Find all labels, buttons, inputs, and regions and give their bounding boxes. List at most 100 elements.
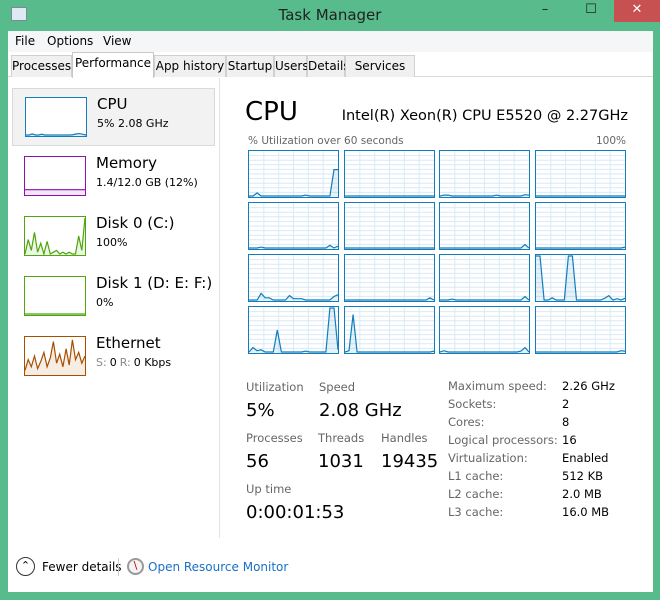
- core-graph-4: [248, 202, 339, 250]
- core-chart: [535, 255, 625, 301]
- usage-thumbnail: [24, 336, 86, 376]
- sub-r-label: R:: [119, 356, 131, 369]
- sidebar-item-title: Memory: [96, 154, 158, 172]
- tab-app-history[interactable]: App history: [154, 55, 226, 77]
- info-label: L2 cache:: [448, 487, 504, 501]
- info-label: Virtualization:: [448, 451, 528, 465]
- sidebar-item-subtitle: 1.4/12.0 GB (12%): [96, 176, 198, 189]
- core-chart: [249, 255, 339, 301]
- usage-thumbnail: [24, 276, 86, 316]
- sidebar-item-subtitle: 100%: [96, 236, 128, 249]
- tab-performance[interactable]: Performance: [72, 52, 154, 78]
- menu-options[interactable]: Options: [47, 34, 93, 48]
- sidebar-item-ethernet[interactable]: Ethernet S: 0 R: 0 Kbps: [12, 328, 215, 386]
- core-chart: [439, 151, 530, 197]
- page-title: CPU: [245, 97, 298, 127]
- core-graph-13: [343, 306, 435, 354]
- sub-s-label: S:: [96, 356, 107, 369]
- usage-thumbnail: [24, 156, 86, 196]
- core-graph-1: [343, 150, 435, 198]
- core-chart: [440, 255, 530, 301]
- handles-value: 19435: [381, 451, 439, 472]
- core-chart: [535, 307, 625, 353]
- core-graph-0: [248, 150, 339, 198]
- sidebar-item-title: CPU: [97, 95, 128, 113]
- minimize-button[interactable]: –: [522, 0, 568, 22]
- info-value: Enabled: [562, 451, 609, 465]
- core-graph-7: [534, 202, 626, 250]
- info-value: 16: [562, 433, 577, 447]
- tab-services[interactable]: Services: [345, 55, 415, 77]
- core-chart: [439, 307, 530, 353]
- sidebar-item-memory[interactable]: Memory 1.4/12.0 GB (12%): [12, 148, 215, 206]
- core-graph-9: [343, 254, 435, 302]
- core-graph-5: [343, 202, 435, 250]
- utilization-label: Utilization: [246, 380, 304, 394]
- info-value: 512 KB: [562, 469, 604, 483]
- fewer-details-button[interactable]: Fewer details: [42, 560, 122, 574]
- processes-label: Processes: [246, 431, 303, 445]
- core-graph-8: [248, 254, 339, 302]
- utilization-value: 5%: [246, 400, 275, 421]
- core-chart: [249, 203, 339, 249]
- info-label: Sockets:: [448, 397, 497, 411]
- sub-s: 0: [109, 356, 117, 369]
- usage-thumbnail: [24, 216, 86, 257]
- core-chart: [248, 307, 339, 353]
- info-label: Maximum speed:: [448, 379, 547, 393]
- usage-thumbnail: [25, 97, 87, 137]
- maximize-button[interactable]: ☐: [568, 0, 614, 22]
- info-label: Cores:: [448, 415, 485, 429]
- sidebar-item-disk-1[interactable]: Disk 1 (D: E: F:) 0%: [12, 268, 215, 326]
- usage-area: [25, 189, 85, 195]
- window-title: Task Manager: [278, 6, 382, 24]
- core-graph-12: [248, 306, 339, 354]
- close-button[interactable]: ✕: [614, 0, 660, 22]
- uptime-label: Up time: [246, 482, 292, 496]
- cpu-core-graphs: [248, 150, 626, 354]
- tab-users[interactable]: Users: [274, 55, 309, 77]
- core-chart: [344, 151, 434, 197]
- task-manager-icon: [11, 7, 27, 21]
- graph-label: % Utilization over 60 seconds: [248, 135, 404, 147]
- handles-label: Handles: [381, 431, 428, 445]
- tab-bar: Processes Performance App history Startu…: [8, 52, 653, 78]
- sidebar-item-subtitle: 5% 2.08 GHz: [97, 117, 169, 130]
- core-chart: [344, 307, 434, 353]
- threads-label: Threads: [318, 431, 365, 445]
- chevron-up-icon[interactable]: ⌃: [16, 557, 35, 576]
- menu-view[interactable]: View: [103, 34, 131, 48]
- sidebar-item-subtitle: 0%: [96, 296, 114, 309]
- tab-processes[interactable]: Processes: [11, 55, 72, 77]
- tab-details[interactable]: Details: [307, 55, 350, 77]
- info-value: 2: [562, 397, 570, 411]
- core-graph-11: [534, 254, 626, 302]
- sidebar-item-title: Disk 1 (D: E: F:): [96, 274, 213, 292]
- cpu-model: Intel(R) Xeon(R) CPU E5520 @ 2.27GHz: [341, 108, 628, 124]
- resource-sidebar: CPU 5% 2.08 GHz Memory 1.4/12.0 GB (12%) Dis…: [8, 78, 220, 538]
- thumbnail-chart: [24, 217, 86, 257]
- sidebar-item-cpu[interactable]: CPU 5% 2.08 GHz: [12, 88, 215, 146]
- thumbnail-chart: [25, 189, 85, 195]
- core-graph-6: [439, 202, 530, 250]
- core-chart: [535, 151, 625, 197]
- menu-bar: File Options View: [8, 31, 653, 52]
- open-resource-monitor-link[interactable]: Open Resource Monitor: [148, 560, 288, 574]
- menu-file[interactable]: File: [15, 34, 35, 48]
- info-label: L1 cache:: [448, 469, 504, 483]
- sidebar-item-disk-0[interactable]: Disk 0 (C:) 100%: [12, 208, 215, 266]
- info-label: Logical processors:: [448, 433, 558, 447]
- sidebar-item-title: Ethernet: [96, 334, 161, 352]
- info-value: 2.0 MB: [562, 487, 602, 501]
- core-graph-15: [534, 306, 626, 354]
- core-graph-3: [534, 150, 626, 198]
- core-chart: [535, 203, 625, 249]
- thumbnail-chart: [25, 313, 85, 315]
- sidebar-item-subtitle: S: 0 R: 0 Kbps: [96, 356, 174, 369]
- tab-startup[interactable]: Startup: [226, 55, 274, 77]
- thumbnail-chart: [26, 132, 87, 136]
- sub-r: 0 Kbps: [133, 356, 172, 369]
- speed-value: 2.08 GHz: [319, 400, 402, 421]
- core-graph-2: [439, 150, 530, 198]
- divider: [118, 558, 119, 576]
